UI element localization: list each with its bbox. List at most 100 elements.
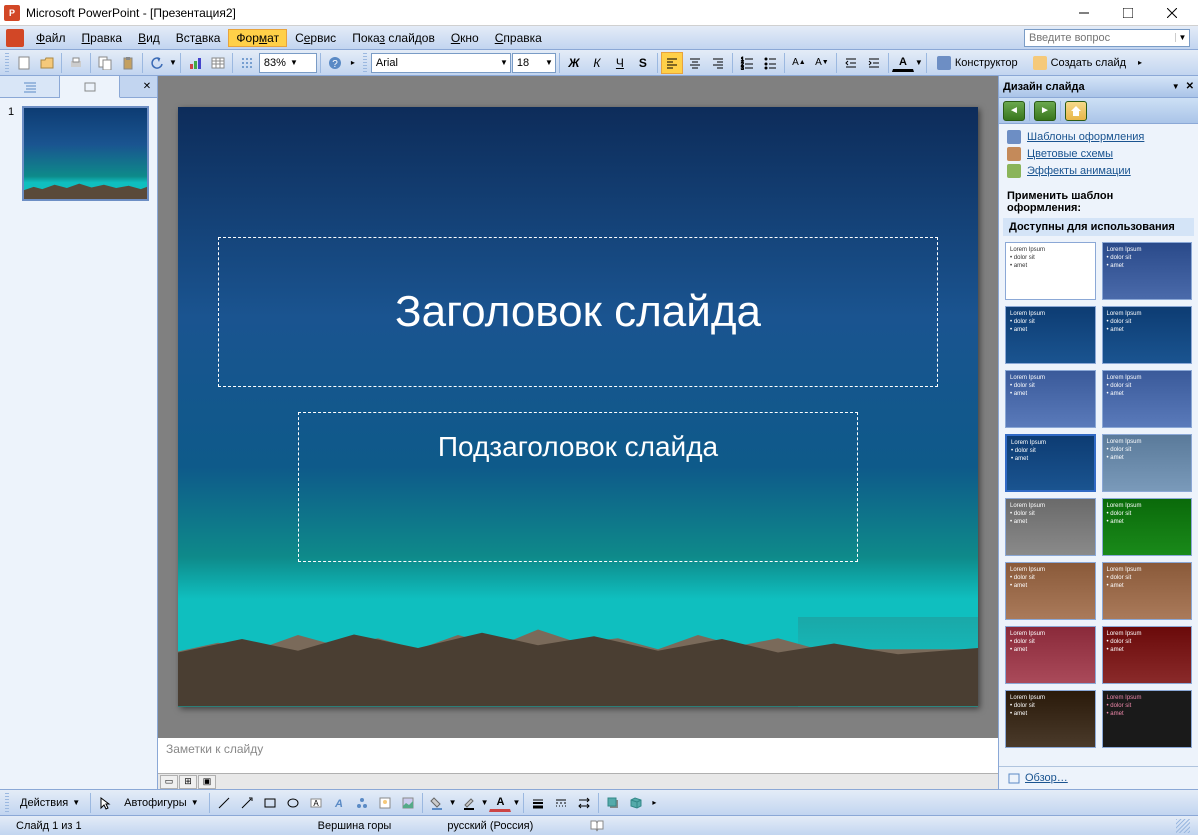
font-color-button-2[interactable]: A bbox=[489, 793, 511, 812]
help-question-input[interactable] bbox=[1025, 32, 1175, 44]
link-animation-effects[interactable]: Эффекты анимации bbox=[1007, 164, 1190, 178]
task-pane-close[interactable]: ✕ bbox=[1186, 81, 1194, 92]
normal-view-button[interactable]: ▭ bbox=[160, 775, 178, 789]
designer-button[interactable]: Конструктор bbox=[930, 52, 1025, 74]
template-area[interactable]: Доступны для использования Lorem Ipsum• … bbox=[999, 216, 1198, 766]
open-button[interactable] bbox=[36, 52, 58, 74]
textbox-button[interactable]: A bbox=[305, 792, 327, 814]
template-item[interactable]: Lorem Ipsum• dolor sit• amet bbox=[1005, 626, 1096, 684]
help-question-box[interactable]: ▼ bbox=[1024, 29, 1190, 47]
font-color-button[interactable]: A bbox=[892, 53, 914, 72]
template-item-selected[interactable]: Lorem Ipsum• dolor sit• amet bbox=[1005, 434, 1096, 492]
fill-color-button[interactable] bbox=[426, 792, 448, 814]
task-pane-dropdown[interactable]: ▼ bbox=[1172, 82, 1180, 91]
table-button[interactable] bbox=[207, 52, 229, 74]
template-item[interactable]: Lorem Ipsum• dolor sit• amet bbox=[1102, 498, 1193, 556]
toolbar-options-2[interactable]: ▸ bbox=[1134, 52, 1146, 74]
increase-font-button[interactable]: A▲ bbox=[788, 52, 810, 74]
font-color-dropdown-2[interactable]: ▼ bbox=[512, 798, 520, 807]
grid-button[interactable] bbox=[236, 52, 258, 74]
template-item[interactable]: Lorem Ipsum• dolor sit• amet bbox=[1005, 498, 1096, 556]
menu-view[interactable]: Вид bbox=[130, 29, 168, 47]
numbered-list-button[interactable]: 123 bbox=[736, 52, 758, 74]
link-design-templates[interactable]: Шаблоны оформления bbox=[1007, 130, 1190, 144]
3d-style-button[interactable] bbox=[625, 792, 647, 814]
undo-dropdown[interactable]: ▼ bbox=[169, 58, 177, 67]
template-item[interactable]: Lorem Ipsum• dolor sit• amet bbox=[1005, 562, 1096, 620]
bullet-list-button[interactable] bbox=[759, 52, 781, 74]
shadow-style-button[interactable] bbox=[602, 792, 624, 814]
slide-canvas[interactable]: Заголовок слайда Подзаголовок слайда bbox=[158, 76, 998, 737]
toolbar-options[interactable]: ▸ bbox=[347, 52, 359, 74]
template-item[interactable]: Lorem Ipsum• dolor sit• amet bbox=[1005, 690, 1096, 748]
arrow-button[interactable] bbox=[236, 792, 258, 814]
help-button[interactable]: ? bbox=[324, 52, 346, 74]
browse-link[interactable]: Обзор… bbox=[999, 766, 1198, 789]
oval-button[interactable] bbox=[282, 792, 304, 814]
copy-button[interactable] bbox=[94, 52, 116, 74]
toolbar-grip[interactable] bbox=[5, 53, 9, 73]
menu-service[interactable]: Сервис bbox=[287, 29, 344, 47]
line-color-button[interactable] bbox=[458, 792, 480, 814]
template-item[interactable]: Lorem Ipsum• dolor sit• amet bbox=[1005, 370, 1096, 428]
toolbar-options-3[interactable]: ▸ bbox=[648, 792, 660, 814]
menu-insert[interactable]: Вставка bbox=[168, 29, 229, 47]
close-button[interactable] bbox=[1150, 1, 1194, 25]
status-book-icon[interactable] bbox=[581, 819, 613, 833]
bold-button[interactable]: Ж bbox=[563, 52, 585, 74]
template-item[interactable]: Lorem Ipsum• dolor sit• amet bbox=[1102, 626, 1193, 684]
template-item[interactable]: Lorem Ipsum• dolor sit• amet bbox=[1102, 242, 1193, 300]
maximize-button[interactable] bbox=[1106, 1, 1150, 25]
fill-color-dropdown[interactable]: ▼ bbox=[449, 798, 457, 807]
chart-button[interactable] bbox=[184, 52, 206, 74]
menu-format[interactable]: Формат bbox=[228, 29, 287, 47]
line-button[interactable] bbox=[213, 792, 235, 814]
font-select[interactable]: Arial▼ bbox=[371, 53, 511, 73]
menu-file[interactable]: Файл bbox=[28, 29, 74, 47]
menu-slideshow[interactable]: Показ слайдов bbox=[344, 29, 443, 47]
link-color-schemes[interactable]: Цветовые схемы bbox=[1007, 147, 1190, 161]
menu-edit[interactable]: Правка bbox=[74, 29, 131, 47]
toolbar-grip[interactable] bbox=[363, 53, 367, 73]
outline-tab-outline[interactable] bbox=[0, 76, 60, 97]
print-button[interactable] bbox=[65, 52, 87, 74]
arrow-style-button[interactable] bbox=[573, 792, 595, 814]
dash-style-button[interactable] bbox=[550, 792, 572, 814]
autoshapes-button[interactable]: Автофигуры▼ bbox=[117, 792, 206, 814]
align-right-button[interactable] bbox=[707, 52, 729, 74]
menu-help[interactable]: Справка bbox=[487, 29, 550, 47]
align-center-button[interactable] bbox=[684, 52, 706, 74]
nav-home-button[interactable] bbox=[1065, 101, 1087, 121]
increase-indent-button[interactable] bbox=[863, 52, 885, 74]
toolbar-grip[interactable] bbox=[5, 793, 9, 813]
title-placeholder[interactable]: Заголовок слайда bbox=[218, 237, 938, 387]
undo-button[interactable] bbox=[146, 52, 168, 74]
clipart-button[interactable] bbox=[374, 792, 396, 814]
font-color-dropdown[interactable]: ▼ bbox=[915, 58, 923, 67]
notes-area[interactable]: Заметки к слайду bbox=[158, 737, 998, 773]
underline-button[interactable]: Ч bbox=[609, 52, 631, 74]
status-language[interactable]: русский (Россия) bbox=[439, 820, 541, 832]
decrease-font-button[interactable]: A▼ bbox=[811, 52, 833, 74]
nav-forward-button[interactable]: ► bbox=[1034, 101, 1056, 121]
outline-close-button[interactable]: ✕ bbox=[137, 76, 157, 97]
template-item[interactable]: Lorem Ipsum• dolor sit• amet bbox=[1102, 306, 1193, 364]
wordart-button[interactable]: A bbox=[328, 792, 350, 814]
decrease-indent-button[interactable] bbox=[840, 52, 862, 74]
select-button[interactable] bbox=[94, 792, 116, 814]
new-slide-button[interactable]: Создать слайд bbox=[1026, 52, 1133, 74]
sorter-view-button[interactable]: ⊞ bbox=[179, 775, 197, 789]
thumbnail-image[interactable] bbox=[22, 106, 149, 201]
menu-window[interactable]: Окно bbox=[443, 29, 487, 47]
italic-button[interactable]: К bbox=[586, 52, 608, 74]
new-button[interactable] bbox=[13, 52, 35, 74]
diagram-button[interactable] bbox=[351, 792, 373, 814]
actions-button[interactable]: Действия▼ bbox=[13, 792, 87, 814]
template-item[interactable]: Lorem Ipsum• dolor sit• amet bbox=[1005, 306, 1096, 364]
zoom-select[interactable]: 83%▼ bbox=[259, 53, 317, 73]
template-item[interactable]: Lorem Ipsum• dolor sit• amet bbox=[1102, 562, 1193, 620]
picture-button[interactable] bbox=[397, 792, 419, 814]
paste-button[interactable] bbox=[117, 52, 139, 74]
slideshow-view-button[interactable]: ▣ bbox=[198, 775, 216, 789]
dropdown-icon[interactable]: ▼ bbox=[1175, 33, 1189, 42]
